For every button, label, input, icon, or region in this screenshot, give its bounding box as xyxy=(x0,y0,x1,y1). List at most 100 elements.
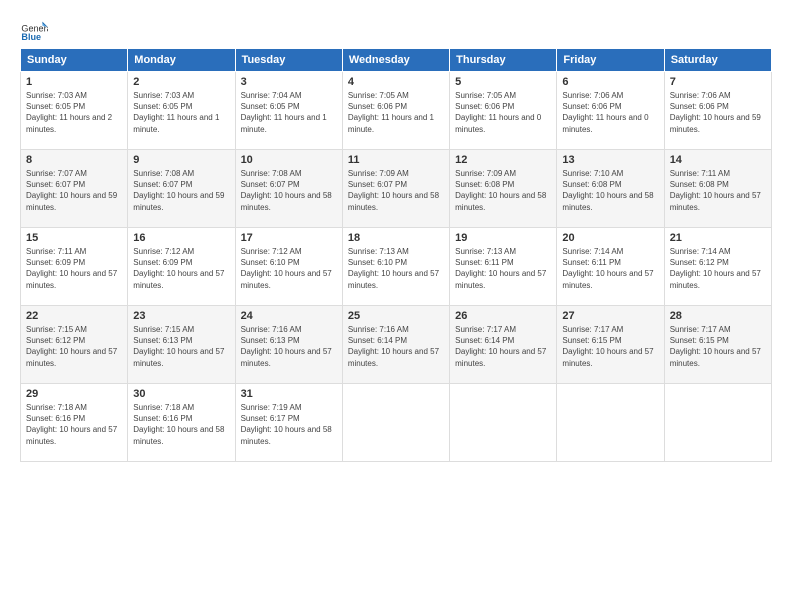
day-detail: Sunrise: 7:17 AMSunset: 6:14 PMDaylight:… xyxy=(455,325,546,368)
day-number: 23 xyxy=(133,310,229,322)
day-number: 19 xyxy=(455,232,551,244)
col-sunday: Sunday xyxy=(21,49,128,72)
day-detail: Sunrise: 7:13 AMSunset: 6:10 PMDaylight:… xyxy=(348,247,439,290)
table-row: 28 Sunrise: 7:17 AMSunset: 6:15 PMDayligh… xyxy=(664,306,771,384)
table-row: 26 Sunrise: 7:17 AMSunset: 6:14 PMDayligh… xyxy=(450,306,557,384)
table-row xyxy=(450,384,557,462)
logo: General Blue xyxy=(20,16,48,44)
table-row: 27 Sunrise: 7:17 AMSunset: 6:15 PMDayligh… xyxy=(557,306,664,384)
day-number: 8 xyxy=(26,154,122,166)
day-detail: Sunrise: 7:03 AMSunset: 6:05 PMDaylight:… xyxy=(133,91,219,134)
table-row: 23 Sunrise: 7:15 AMSunset: 6:13 PMDayligh… xyxy=(128,306,235,384)
day-number: 26 xyxy=(455,310,551,322)
table-row: 10 Sunrise: 7:08 AMSunset: 6:07 PMDayligh… xyxy=(235,150,342,228)
day-detail: Sunrise: 7:12 AMSunset: 6:10 PMDaylight:… xyxy=(241,247,332,290)
table-row xyxy=(557,384,664,462)
day-detail: Sunrise: 7:12 AMSunset: 6:09 PMDaylight:… xyxy=(133,247,224,290)
table-row: 6 Sunrise: 7:06 AMSunset: 6:06 PMDaylight… xyxy=(557,72,664,150)
day-number: 2 xyxy=(133,76,229,88)
day-number: 15 xyxy=(26,232,122,244)
table-row: 12 Sunrise: 7:09 AMSunset: 6:08 PMDayligh… xyxy=(450,150,557,228)
day-detail: Sunrise: 7:05 AMSunset: 6:06 PMDaylight:… xyxy=(455,91,541,134)
day-detail: Sunrise: 7:11 AMSunset: 6:09 PMDaylight:… xyxy=(26,247,117,290)
day-number: 1 xyxy=(26,76,122,88)
day-detail: Sunrise: 7:17 AMSunset: 6:15 PMDaylight:… xyxy=(562,325,653,368)
header: General Blue xyxy=(20,16,772,44)
table-row: 18 Sunrise: 7:13 AMSunset: 6:10 PMDayligh… xyxy=(342,228,449,306)
table-row: 11Sunrise: 7:09 AMSunset: 6:07 PMDayligh… xyxy=(342,150,449,228)
day-detail: Sunrise: 7:11 AMSunset: 6:08 PMDaylight:… xyxy=(670,169,761,212)
table-row: 29 Sunrise: 7:18 AMSunset: 6:16 PMDayligh… xyxy=(21,384,128,462)
day-detail: Sunrise: 7:06 AMSunset: 6:06 PMDaylight:… xyxy=(562,91,648,134)
table-row: 1 Sunrise: 7:03 AMSunset: 6:05 PMDaylight… xyxy=(21,72,128,150)
day-detail: Sunrise: 7:05 AMSunset: 6:06 PMDaylight:… xyxy=(348,91,434,134)
table-row: 31Sunrise: 7:19 AMSunset: 6:17 PMDayligh… xyxy=(235,384,342,462)
day-detail: Sunrise: 7:18 AMSunset: 6:16 PMDaylight:… xyxy=(26,403,117,446)
table-row: 2 Sunrise: 7:03 AMSunset: 6:05 PMDaylight… xyxy=(128,72,235,150)
table-row: 8 Sunrise: 7:07 AMSunset: 6:07 PMDaylight… xyxy=(21,150,128,228)
day-number: 21 xyxy=(670,232,766,244)
day-detail: Sunrise: 7:06 AMSunset: 6:06 PMDaylight:… xyxy=(670,91,761,134)
table-row: 14Sunrise: 7:11 AMSunset: 6:08 PMDayligh… xyxy=(664,150,771,228)
day-detail: Sunrise: 7:13 AMSunset: 6:11 PMDaylight:… xyxy=(455,247,546,290)
day-detail: Sunrise: 7:16 AMSunset: 6:13 PMDaylight:… xyxy=(241,325,332,368)
day-number: 13 xyxy=(562,154,658,166)
table-row: 5 Sunrise: 7:05 AMSunset: 6:06 PMDaylight… xyxy=(450,72,557,150)
day-number: 25 xyxy=(348,310,444,322)
day-number: 5 xyxy=(455,76,551,88)
day-number: 29 xyxy=(26,388,122,400)
day-number: 3 xyxy=(241,76,337,88)
day-number: 27 xyxy=(562,310,658,322)
day-number: 28 xyxy=(670,310,766,322)
day-number: 7 xyxy=(670,76,766,88)
table-row xyxy=(342,384,449,462)
day-detail: Sunrise: 7:08 AMSunset: 6:07 PMDaylight:… xyxy=(241,169,332,212)
table-row: 21 Sunrise: 7:14 AMSunset: 6:12 PMDayligh… xyxy=(664,228,771,306)
col-thursday: Thursday xyxy=(450,49,557,72)
day-detail: Sunrise: 7:08 AMSunset: 6:07 PMDaylight:… xyxy=(133,169,224,212)
svg-text:Blue: Blue xyxy=(21,32,41,42)
day-number: 18 xyxy=(348,232,444,244)
table-row: 20 Sunrise: 7:14 AMSunset: 6:11 PMDayligh… xyxy=(557,228,664,306)
col-friday: Friday xyxy=(557,49,664,72)
day-number: 10 xyxy=(241,154,337,166)
day-detail: Sunrise: 7:09 AMSunset: 6:07 PMDaylight:… xyxy=(348,169,439,212)
day-number: 30 xyxy=(133,388,229,400)
day-number: 31 xyxy=(241,388,337,400)
table-row: 22Sunrise: 7:15 AMSunset: 6:12 PMDayligh… xyxy=(21,306,128,384)
day-number: 17 xyxy=(241,232,337,244)
table-row: 25 Sunrise: 7:16 AMSunset: 6:14 PMDayligh… xyxy=(342,306,449,384)
day-number: 16 xyxy=(133,232,229,244)
table-row: 3 Sunrise: 7:04 AMSunset: 6:05 PMDaylight… xyxy=(235,72,342,150)
col-saturday: Saturday xyxy=(664,49,771,72)
day-detail: Sunrise: 7:17 AMSunset: 6:15 PMDaylight:… xyxy=(670,325,761,368)
col-wednesday: Wednesday xyxy=(342,49,449,72)
day-number: 20 xyxy=(562,232,658,244)
table-row: 9 Sunrise: 7:08 AMSunset: 6:07 PMDaylight… xyxy=(128,150,235,228)
day-number: 4 xyxy=(348,76,444,88)
day-detail: Sunrise: 7:07 AMSunset: 6:07 PMDaylight:… xyxy=(26,169,117,212)
day-detail: Sunrise: 7:16 AMSunset: 6:14 PMDaylight:… xyxy=(348,325,439,368)
day-number: 22 xyxy=(26,310,122,322)
day-detail: Sunrise: 7:14 AMSunset: 6:11 PMDaylight:… xyxy=(562,247,653,290)
table-row: 16 Sunrise: 7:12 AMSunset: 6:09 PMDayligh… xyxy=(128,228,235,306)
day-detail: Sunrise: 7:09 AMSunset: 6:08 PMDaylight:… xyxy=(455,169,546,212)
day-detail: Sunrise: 7:15 AMSunset: 6:13 PMDaylight:… xyxy=(133,325,224,368)
logo-icon: General Blue xyxy=(20,16,48,44)
table-row: 24Sunrise: 7:16 AMSunset: 6:13 PMDayligh… xyxy=(235,306,342,384)
day-detail: Sunrise: 7:04 AMSunset: 6:05 PMDaylight:… xyxy=(241,91,327,134)
col-monday: Monday xyxy=(128,49,235,72)
table-row: 19 Sunrise: 7:13 AMSunset: 6:11 PMDayligh… xyxy=(450,228,557,306)
table-row: 4 Sunrise: 7:05 AMSunset: 6:06 PMDaylight… xyxy=(342,72,449,150)
day-number: 6 xyxy=(562,76,658,88)
col-tuesday: Tuesday xyxy=(235,49,342,72)
table-row: 15 Sunrise: 7:11 AMSunset: 6:09 PMDayligh… xyxy=(21,228,128,306)
day-detail: Sunrise: 7:10 AMSunset: 6:08 PMDaylight:… xyxy=(562,169,653,212)
table-row: 7 Sunrise: 7:06 AMSunset: 6:06 PMDaylight… xyxy=(664,72,771,150)
day-number: 9 xyxy=(133,154,229,166)
day-number: 12 xyxy=(455,154,551,166)
day-detail: Sunrise: 7:03 AMSunset: 6:05 PMDaylight:… xyxy=(26,91,112,134)
table-row: 13 Sunrise: 7:10 AMSunset: 6:08 PMDayligh… xyxy=(557,150,664,228)
day-detail: Sunrise: 7:14 AMSunset: 6:12 PMDaylight:… xyxy=(670,247,761,290)
page: General Blue Sunday Monday Tuesday Wedne… xyxy=(0,0,792,612)
